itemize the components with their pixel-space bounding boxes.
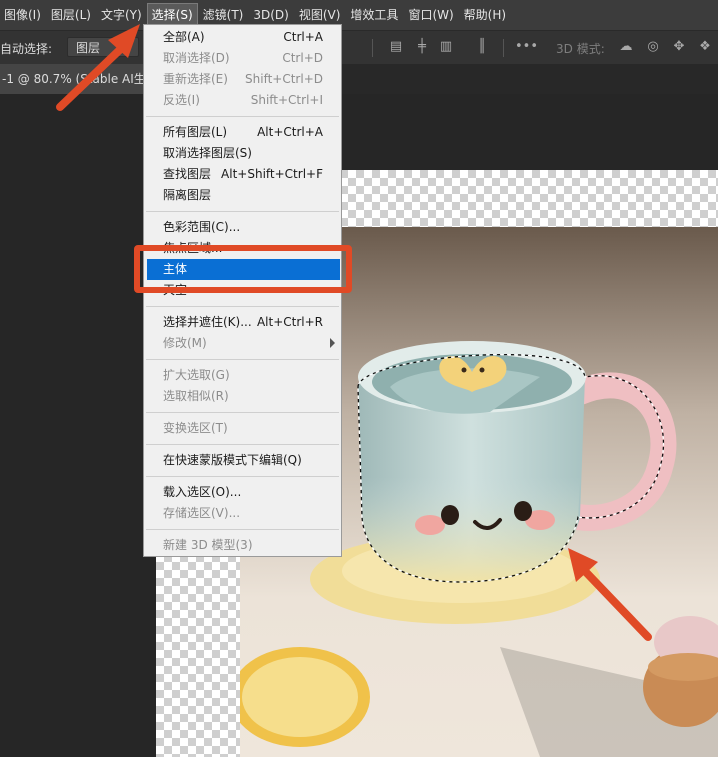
menu-separator: [146, 476, 339, 477]
menu-item-label: 在快速蒙版模式下编辑(Q): [163, 453, 302, 467]
menu-item-label: 全部(A): [163, 30, 205, 44]
options-bar: 自动选择: 图层 ▤ ╪ ▥ ║ ••• 3D 模式: ☁ ◎ ✥ ❖: [0, 30, 718, 65]
distribute-icon[interactable]: ║: [474, 39, 490, 55]
menu-item-shortcut: Ctrl+A: [283, 30, 323, 44]
menu-item-label: 色彩范围(C)...: [163, 220, 241, 234]
menu-item-label: 变换选区(T): [163, 421, 228, 435]
menu-item-label: 取消选择图层(S): [163, 146, 252, 160]
select-menu-item: 扩大选取(G): [144, 365, 341, 386]
slide-3d-icon[interactable]: ❖: [697, 39, 713, 55]
menu-item-label: 新建 3D 模型(3): [163, 538, 253, 552]
menu-item[interactable]: 滤镜(T): [199, 4, 248, 26]
3d-mode-label: 3D 模式:: [556, 42, 605, 56]
auto-select-target-dropdown[interactable]: 图层: [67, 37, 139, 57]
document-tab-title: -1 @ 80.7% (Stable AI生成,: [2, 72, 150, 86]
menu-item-label: 查找图层: [163, 167, 212, 181]
menu-item[interactable]: 帮助(H): [460, 4, 510, 26]
menu-separator: [146, 444, 339, 445]
select-menu-item[interactable]: 载入选区(O)...: [144, 482, 341, 503]
select-menu-item[interactable]: 全部(A) Ctrl+A: [144, 27, 341, 48]
menu-item-label: 选取相似(R): [163, 389, 229, 403]
menu-item[interactable]: 文字(Y): [97, 4, 146, 26]
orbit-3d-icon[interactable]: ☁: [618, 39, 634, 55]
options-divider: [503, 39, 504, 57]
menu-item-label: 反选(I): [163, 93, 200, 107]
select-menu-item: 存储选区(V)...: [144, 503, 341, 524]
menu-item-shortcut: Alt+Shift+Ctrl+F: [221, 167, 323, 181]
submenu-arrow-icon: [330, 338, 335, 348]
select-menu-item[interactable]: 在快速蒙版模式下编辑(Q): [144, 450, 341, 471]
align-top-icon[interactable]: ▤: [388, 39, 404, 55]
menu-item[interactable]: 窗口(W): [404, 4, 457, 26]
select-menu-item: 重新选择(E) Shift+Ctrl+D: [144, 69, 341, 90]
select-menu-item[interactable]: 取消选择图层(S): [144, 143, 341, 164]
select-menu-item: 新建 3D 模型(3): [144, 535, 341, 556]
menu-separator: [146, 529, 339, 530]
menu-separator: [146, 359, 339, 360]
roll-3d-icon[interactable]: ◎: [645, 39, 661, 55]
menu-item[interactable]: 视图(V): [295, 4, 345, 26]
menu-separator: [146, 211, 339, 212]
menu-item-shortcut: Alt+Ctrl+A: [257, 125, 323, 139]
menu-item[interactable]: 图像(I): [0, 4, 45, 26]
select-menu-item: 修改(M): [144, 333, 341, 354]
menu-item-label: 隔离图层: [163, 188, 212, 202]
auto-select-target-value: 图层: [76, 41, 101, 55]
menu-item-label: 扩大选取(G): [163, 368, 230, 382]
menu-item[interactable]: 3D(D): [249, 4, 292, 26]
select-menu-item[interactable]: 色彩范围(C)...: [144, 217, 341, 238]
menu-item-label: 载入选区(O)...: [163, 485, 242, 499]
menu-item-shortcut: Alt+Ctrl+R: [256, 315, 323, 329]
pan-3d-icon[interactable]: ✥: [671, 39, 687, 55]
menu-item-label: 存储选区(V)...: [163, 506, 241, 520]
menu-item-label: 取消选择(D): [163, 51, 230, 65]
menu-item[interactable]: 图层(L): [47, 4, 95, 26]
menu-separator: [146, 412, 339, 413]
menu-separator: [146, 306, 339, 307]
menu-bar: 图像(I) 图层(L) 文字(Y) 选择(S) 滤镜(T) 3D(D) 视图(V) 增效工具窗…: [0, 0, 718, 30]
menu-item-label: 所有图层(L): [163, 125, 228, 139]
select-menu-item[interactable]: 隔离图层: [144, 185, 341, 206]
document-tab-bar: -1 @ 80.7% (Stable AI生成,: [0, 64, 718, 94]
annotation-highlight-box: [134, 245, 352, 293]
align-bottom-icon[interactable]: ▥: [438, 39, 454, 55]
menu-item-shortcut: Shift+Ctrl+I: [250, 93, 323, 107]
align-vertical-center-icon[interactable]: ╪: [414, 39, 430, 55]
select-menu-item: 反选(I) Shift+Ctrl+I: [144, 90, 341, 111]
more-options-icon[interactable]: •••: [515, 39, 538, 55]
document-tab[interactable]: -1 @ 80.7% (Stable AI生成,: [0, 64, 150, 94]
select-menu-item[interactable]: 查找图层 Alt+Shift+Ctrl+F: [144, 164, 341, 185]
menu-item-label: 重新选择(E): [163, 72, 228, 86]
select-menu-item: 选取相似(R): [144, 386, 341, 407]
select-menu-item: 变换选区(T): [144, 418, 341, 439]
menu-separator: [146, 116, 339, 117]
options-divider: [372, 39, 373, 57]
menu-select[interactable]: 选择(S): [146, 3, 198, 27]
auto-select-label: 自动选择:: [0, 42, 53, 56]
menu-item-shortcut: Shift+Ctrl+D: [245, 72, 323, 86]
menu-item-label: 修改(M): [163, 336, 207, 350]
menu-item[interactable]: 增效工具: [346, 4, 402, 26]
select-menu-item[interactable]: 选择并遮住(K)... Alt+Ctrl+R: [144, 312, 341, 333]
select-menu-item: 取消选择(D) Ctrl+D: [144, 48, 341, 69]
menu-item-shortcut: Ctrl+D: [282, 51, 323, 65]
select-menu-item[interactable]: 所有图层(L) Alt+Ctrl+A: [144, 122, 341, 143]
menu-item-label: 选择并遮住(K)...: [163, 315, 252, 329]
